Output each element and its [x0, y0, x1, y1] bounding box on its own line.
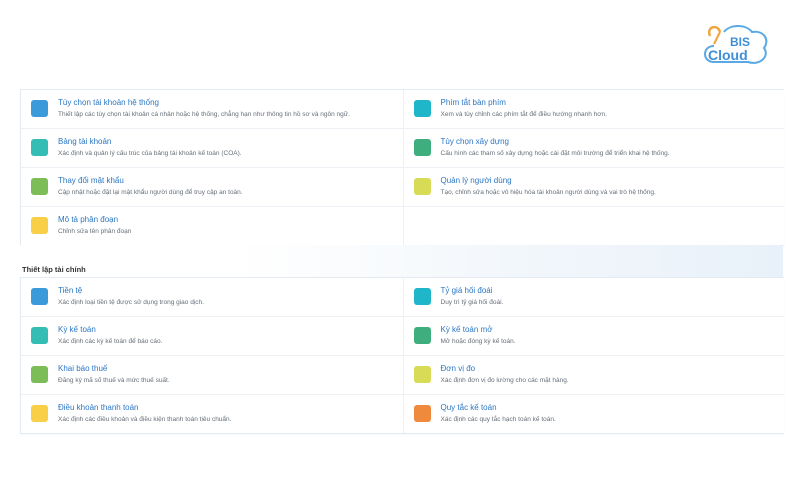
setting-item-accounting-rules[interactable]: Quy tắc kế toán Xác định các quy tắc hạch…	[402, 395, 785, 433]
setting-title[interactable]: Tiền tệ	[58, 286, 204, 296]
chart-of-accounts-icon	[31, 139, 48, 156]
setting-title[interactable]: Đơn vị đo	[441, 364, 569, 374]
setting-title[interactable]: Tùy chọn tài khoản hệ thống	[58, 98, 350, 108]
setting-title[interactable]: Phím tắt bàn phím	[441, 98, 607, 108]
setting-text: Quản lý người dùng Tạo, chỉnh sửa hoặc vô…	[441, 176, 656, 197]
setting-title[interactable]: Khai báo thuế	[58, 364, 170, 374]
open-accounting-period-icon	[413, 327, 431, 344]
setting-description: Đăng ký mã số thuế và mức thuế suất.	[58, 377, 170, 384]
setting-item-unit-of-measure[interactable]: Đơn vị đo Xác định đơn vị đo lường cho cá…	[402, 356, 785, 394]
bis-cloud-logo: BIS Cloud	[700, 22, 776, 72]
setting-description: Xác định các điều khoản và điều kiện tha…	[58, 416, 232, 423]
setting-description: Duy trì tỷ giá hối đoái.	[440, 299, 504, 306]
setting-title[interactable]: Thay đổi mật khẩu	[58, 176, 243, 186]
setting-item-change-password[interactable]: Thay đổi mật khẩu Cập nhật hoặc đặt lại m…	[21, 168, 403, 206]
setting-title[interactable]: Tỷ giá hối đoái	[441, 286, 504, 296]
setting-text: Kỳ kế toán Xác định các kỳ kế toán để báo…	[58, 325, 162, 346]
setting-item-payment-terms[interactable]: Điều khoản thanh toán Xác định các điều k…	[21, 395, 403, 433]
segment-description-icon	[31, 217, 48, 234]
setting-item-open-accounting-period[interactable]: Kỳ kế toán mở Mở hoặc đóng kỳ kế toán.	[402, 317, 785, 355]
tax-declaration-icon	[31, 366, 48, 383]
setting-description: Mở hoặc đóng kỳ kế toán.	[440, 338, 516, 345]
setting-title[interactable]: Điều khoản thanh toán	[58, 403, 231, 413]
setting-item-build-options[interactable]: Tùy chọn xây dựng Cấu hình các tham số xâ…	[402, 129, 785, 167]
setting-text: Tiền tệ Xác định loại tiền tệ được sử dụn…	[58, 286, 204, 307]
setting-title[interactable]: Bảng tài khoản	[58, 137, 242, 147]
setting-title[interactable]: Quản lý người dùng	[441, 176, 656, 186]
keyboard-shortcuts-icon	[413, 100, 431, 117]
setting-text: Quy tắc kế toán Xác định các quy tắc hạch…	[441, 403, 556, 424]
setting-title[interactable]: Mô tả phân đoạn	[58, 215, 131, 225]
setting-description: Xác định và quản lý cấu trúc của bảng tà…	[58, 150, 242, 157]
setting-description: Xem và tùy chỉnh các phím tắt để điều hư…	[440, 111, 607, 118]
settings-row: Điều khoản thanh toán Xác định các điều k…	[21, 394, 784, 433]
change-password-icon	[31, 178, 48, 195]
exchange-rate-icon	[413, 288, 431, 305]
setting-description: Xác định loại tiền tệ được sử dụng trong…	[58, 299, 204, 306]
accounting-rules-icon	[413, 405, 431, 422]
settings-row: Mô tả phân đoạn Chỉnh sửa tên phân đoạn	[21, 206, 784, 245]
finance-section-title: Thiết lập tài chính	[22, 265, 86, 274]
accounting-period-icon	[31, 327, 48, 344]
setting-description: Tạo, chỉnh sửa hoặc vô hiệu hóa tài khoả…	[440, 189, 656, 196]
setting-item-segment-description[interactable]: Mô tả phân đoạn Chỉnh sửa tên phân đoạn	[21, 207, 403, 245]
system-settings-panel: Tùy chọn tài khoản hệ thống Thiết lập các…	[20, 89, 784, 246]
settings-row: Bảng tài khoản Xác định và quản lý cấu tr…	[21, 128, 784, 167]
currency-icon	[31, 288, 48, 305]
empty-cell	[402, 207, 785, 245]
finance-settings-panel: Tiền tệ Xác định loại tiền tệ được sử dụn…	[20, 277, 784, 434]
settings-row: Khai báo thuế Đăng ký mã số thuế và mức t…	[21, 355, 784, 394]
setting-text: Khai báo thuế Đăng ký mã số thuế và mức t…	[58, 364, 170, 385]
setting-item-user-management[interactable]: Quản lý người dùng Tạo, chỉnh sửa hoặc vô…	[402, 168, 785, 206]
user-management-icon	[413, 178, 431, 195]
setting-item-exchange-rate[interactable]: Tỷ giá hối đoái Duy trì tỷ giá hối đoái.	[402, 278, 785, 316]
setting-text: Tùy chọn xây dựng Cấu hình các tham số xâ…	[441, 137, 670, 158]
setting-description: Chỉnh sửa tên phân đoạn	[58, 228, 132, 235]
setting-title[interactable]: Quy tắc kế toán	[441, 403, 556, 413]
settings-row: Thay đổi mật khẩu Cập nhật hoặc đặt lại m…	[21, 167, 784, 206]
setting-description: Thiết lập các tùy chọn tài khoản cá nhân…	[58, 111, 350, 118]
logo-text-cloud: Cloud	[708, 47, 748, 63]
settings-row: Tùy chọn tài khoản hệ thống Thiết lập các…	[21, 90, 784, 128]
section-band	[0, 245, 783, 277]
system-account-options-icon	[31, 100, 48, 117]
setting-text: Kỳ kế toán mở Mở hoặc đóng kỳ kế toán.	[441, 325, 516, 346]
setting-text: Mô tả phân đoạn Chỉnh sửa tên phân đoạn	[58, 215, 131, 236]
settings-row: Tiền tệ Xác định loại tiền tệ được sử dụn…	[21, 278, 784, 316]
setting-title[interactable]: Tùy chọn xây dựng	[441, 137, 670, 147]
setting-text: Thay đổi mật khẩu Cập nhật hoặc đặt lại m…	[58, 176, 243, 197]
setting-description: Xác định các quy tắc hạch toán kế toán.	[440, 416, 556, 423]
setting-text: Tỷ giá hối đoái Duy trì tỷ giá hối đoái.	[441, 286, 504, 307]
setting-text: Tùy chọn tài khoản hệ thống Thiết lập các…	[58, 98, 350, 119]
setting-title[interactable]: Kỳ kế toán mở	[441, 325, 516, 335]
setting-item-currency[interactable]: Tiền tệ Xác định loại tiền tệ được sử dụn…	[21, 278, 403, 316]
settings-row: Kỳ kế toán Xác định các kỳ kế toán để báo…	[21, 316, 784, 355]
setting-text: Đơn vị đo Xác định đơn vị đo lường cho cá…	[441, 364, 569, 385]
setting-description: Xác định đơn vị đo lường cho các mặt hàn…	[440, 377, 569, 384]
setting-item-keyboard-shortcuts[interactable]: Phím tắt bàn phím Xem và tùy chỉnh các ph…	[402, 90, 785, 128]
setting-item-accounting-period[interactable]: Kỳ kế toán Xác định các kỳ kế toán để báo…	[21, 317, 403, 355]
setting-text: Phím tắt bàn phím Xem và tùy chỉnh các ph…	[441, 98, 607, 119]
setting-description: Cấu hình các tham số xây dựng hoặc cài đ…	[440, 150, 670, 157]
payment-terms-icon	[31, 405, 48, 422]
setting-item-chart-of-accounts[interactable]: Bảng tài khoản Xác định và quản lý cấu tr…	[21, 129, 403, 167]
setting-description: Cập nhật hoặc đặt lại mật khẩu người dùn…	[58, 189, 243, 196]
setting-item-system-account-options[interactable]: Tùy chọn tài khoản hệ thống Thiết lập các…	[21, 90, 403, 128]
setting-item-tax-declaration[interactable]: Khai báo thuế Đăng ký mã số thuế và mức t…	[21, 356, 403, 394]
setting-text: Điều khoản thanh toán Xác định các điều k…	[58, 403, 231, 424]
setting-description: Xác định các kỳ kế toán để báo cáo.	[58, 338, 163, 345]
build-options-icon	[413, 139, 431, 156]
setting-title[interactable]: Kỳ kế toán	[58, 325, 162, 335]
setting-text: Bảng tài khoản Xác định và quản lý cấu tr…	[58, 137, 242, 158]
unit-of-measure-icon	[413, 366, 431, 383]
